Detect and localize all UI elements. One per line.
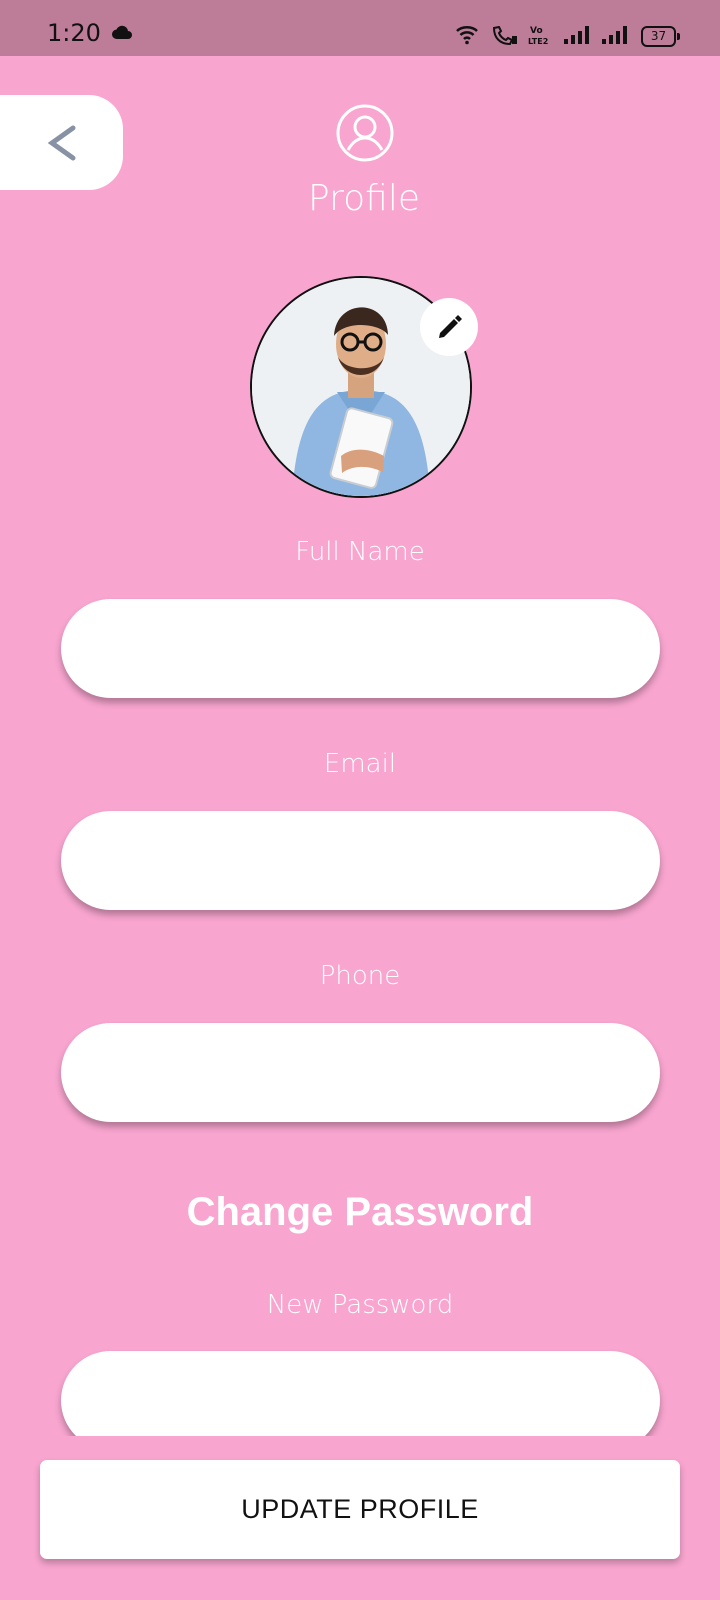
- form-mask: [0, 1436, 720, 1460]
- full-name-label: Full Name: [295, 537, 425, 567]
- volte-icon: Vo LTE2: [528, 26, 548, 46]
- update-profile-button[interactable]: UPDATE PROFILE: [40, 1460, 680, 1559]
- signal-icon: [602, 26, 627, 44]
- cloud-icon: [111, 25, 132, 40]
- battery-icon: 37: [641, 26, 680, 47]
- call-icon: [492, 26, 517, 46]
- chevron-left-icon: [47, 125, 75, 160]
- email-label: Email: [323, 749, 397, 779]
- wifi-icon: [456, 26, 478, 45]
- svg-text:Vo: Vo: [530, 26, 543, 36]
- back-button[interactable]: [0, 95, 123, 190]
- pencil-icon: [439, 315, 462, 338]
- page-title: Profile: [308, 178, 420, 219]
- phone-input[interactable]: [61, 1023, 660, 1122]
- battery-level: 37: [650, 29, 667, 43]
- status-bar: 1:20 Vo LTE2 37: [0, 0, 720, 56]
- email-input[interactable]: [61, 811, 660, 910]
- svg-text:LTE2: LTE2: [528, 37, 548, 46]
- phone-label: Phone: [319, 961, 401, 991]
- signal-icon: [564, 26, 589, 44]
- edit-photo-button[interactable]: [420, 298, 478, 356]
- status-time: 1:20: [47, 19, 101, 47]
- change-password-title: Change Password: [186, 1190, 534, 1234]
- profile-icon: [336, 104, 394, 162]
- new-password-label: New Password: [266, 1290, 454, 1320]
- full-name-input[interactable]: [61, 599, 660, 698]
